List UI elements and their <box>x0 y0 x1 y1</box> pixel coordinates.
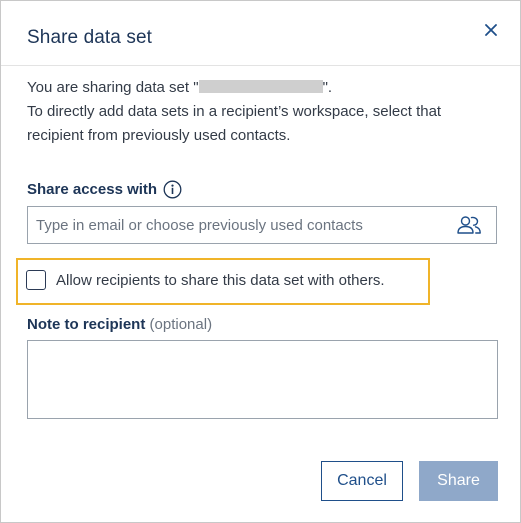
close-button[interactable] <box>480 19 502 41</box>
allow-reshare-row[interactable]: Allow recipients to share this data set … <box>26 270 385 290</box>
intro-line-1: You are sharing data set " ". <box>27 76 497 100</box>
email-input[interactable] <box>28 207 454 243</box>
intro-suffix: ". <box>322 79 333 96</box>
redacted-dataset-name <box>198 80 323 93</box>
share-access-field <box>27 206 497 244</box>
info-icon[interactable] <box>163 180 182 199</box>
intro-line-2: To directly add data sets in a recipient… <box>27 103 442 144</box>
header-divider <box>1 65 520 66</box>
note-textarea[interactable] <box>27 340 498 419</box>
note-optional-text: (optional) <box>149 316 213 333</box>
note-label: Note to recipient (optional) <box>27 316 212 333</box>
allow-reshare-label[interactable]: Allow recipients to share this data set … <box>56 272 385 289</box>
close-icon <box>485 24 497 36</box>
cancel-button[interactable]: Cancel <box>321 461 403 501</box>
note-label-text: Note to recipient <box>27 316 146 333</box>
dialog-title: Share data set <box>27 27 152 48</box>
share-access-label: Share access with <box>27 180 182 199</box>
allow-reshare-checkbox[interactable] <box>26 270 46 290</box>
intro-prefix: You are sharing data set " <box>27 79 199 96</box>
intro-text: You are sharing data set " ". To directly… <box>27 76 497 148</box>
share-dialog: Share data set You are sharing data set … <box>0 0 521 523</box>
share-access-label-text: Share access with <box>27 181 158 198</box>
contacts-icon[interactable] <box>454 213 484 237</box>
share-button[interactable]: Share <box>419 461 498 501</box>
